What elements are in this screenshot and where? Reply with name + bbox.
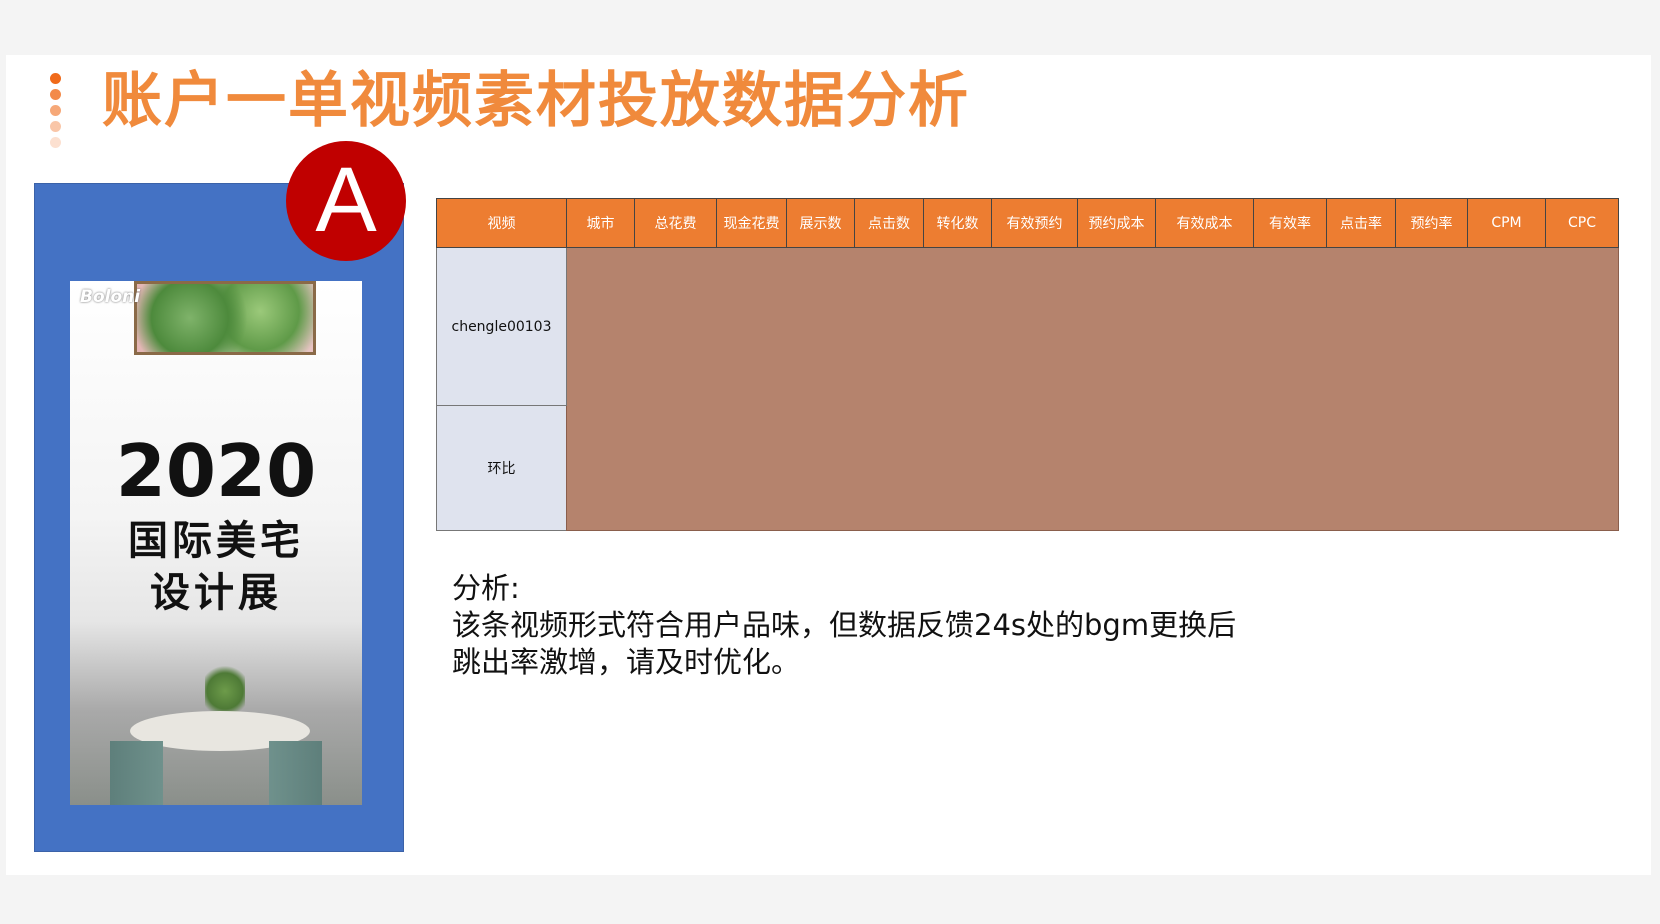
poster-painting-image	[134, 281, 316, 355]
data-table: 视频 城市 总花费 现金花费 展示数 点击数 转化数 有效预约 预约成本 有效成…	[436, 198, 1619, 531]
col-header: 有效率	[1253, 198, 1327, 248]
col-header: 展示数	[786, 198, 855, 248]
table-data-area	[566, 247, 1619, 531]
col-header: 预约成本	[1077, 198, 1156, 248]
col-header: 视频	[436, 198, 567, 248]
col-header: 预约率	[1395, 198, 1468, 248]
label-badge: A	[286, 141, 406, 261]
analysis-heading: 分析:	[452, 571, 520, 605]
video-thumbnail-frame: Boloni 2020 国际美宅 设计展	[34, 183, 404, 852]
poster-brand-logo: Boloni	[80, 287, 141, 307]
col-header: 现金花费	[716, 198, 787, 248]
col-header: 点击率	[1326, 198, 1396, 248]
analysis-line-2: 跳出率激增，请及时优化。	[452, 645, 801, 679]
row-label: chengle00103	[436, 247, 567, 406]
col-header: 总花费	[634, 198, 717, 248]
dot-4	[50, 121, 61, 132]
table-header-row: 视频 城市 总花费 现金花费 展示数 点击数 转化数 有效预约 预约成本 有效成…	[436, 198, 1619, 248]
col-header: 有效成本	[1155, 198, 1254, 248]
poster-chairs-image	[110, 741, 322, 805]
poster-line-1: 国际美宅	[128, 518, 304, 564]
col-header: 城市	[566, 198, 635, 248]
video-thumbnail: Boloni 2020 国际美宅 设计展	[70, 281, 362, 805]
poster-year: 2020	[115, 429, 317, 513]
col-header: CPC	[1545, 198, 1619, 248]
analysis-text: 分析: 该条视频形式符合用户品味，但数据反馈24s处的bgm更换后 跳出率激增，…	[452, 570, 1236, 681]
dot-5	[50, 137, 61, 148]
dot-3	[50, 105, 61, 116]
dot-1	[50, 73, 61, 84]
page-title: 账户一单视频素材投放数据分析	[102, 66, 970, 136]
poster-line-2: 设计展	[150, 570, 282, 616]
row-label: 环比	[436, 405, 567, 531]
table-row: chengle00103	[436, 247, 1619, 531]
dot-2	[50, 89, 61, 100]
col-header: 点击数	[854, 198, 924, 248]
analysis-line-1: 该条视频形式符合用户品味，但数据反馈24s处的bgm更换后	[452, 608, 1237, 642]
decorative-dots	[50, 73, 64, 153]
col-header: 转化数	[923, 198, 992, 248]
col-header: 有效预约	[991, 198, 1078, 248]
col-header: CPM	[1467, 198, 1546, 248]
